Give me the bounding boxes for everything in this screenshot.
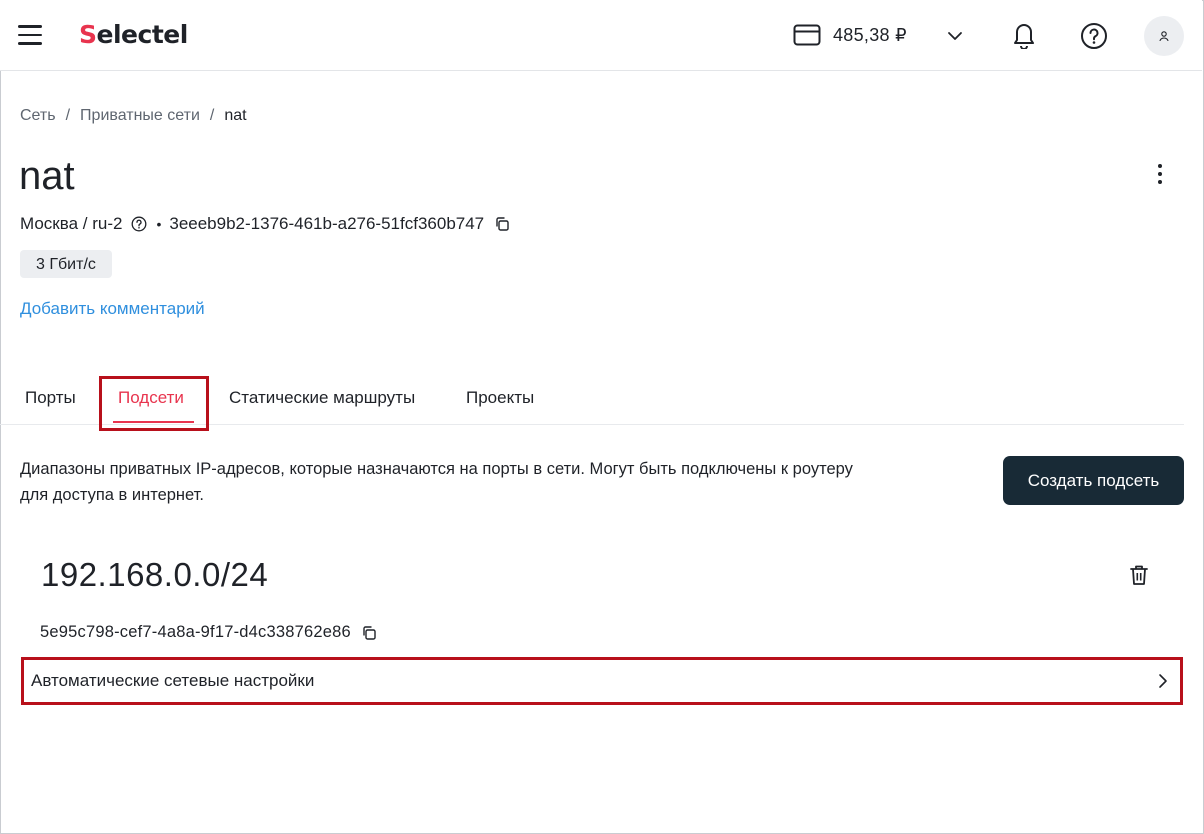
bandwidth-badge: 3 Гбит/с	[20, 250, 112, 278]
chevron-down-icon[interactable]	[946, 27, 964, 45]
more-options-icon[interactable]	[1150, 164, 1170, 192]
breadcrumb: Сеть / Приватные сети / nat	[20, 107, 247, 125]
top-header: Selectel 485,38 ₽	[0, 0, 1202, 71]
subnet-id: 5e95c798-cef7-4a8a-9f17-d4c338762e86	[40, 623, 351, 641]
chevron-right-icon	[1159, 674, 1167, 688]
bell-icon[interactable]	[1011, 21, 1037, 49]
tab-static-routes[interactable]: Статические маршруты	[229, 388, 415, 408]
balance-amount: 485,38 ₽	[833, 24, 907, 45]
subnet-id-row: 5e95c798-cef7-4a8a-9f17-d4c338762e86	[40, 623, 377, 642]
breadcrumb-item-current: nat	[224, 107, 247, 124]
create-subnet-button[interactable]: Создать подсеть	[1003, 456, 1184, 505]
add-comment-link[interactable]: Добавить комментарий	[20, 299, 205, 319]
tab-projects[interactable]: Проекты	[466, 388, 534, 408]
auto-network-settings-label: Автоматические сетевые настройки	[31, 671, 315, 690]
tab-ports[interactable]: Порты	[25, 388, 76, 408]
avatar[interactable]	[1144, 16, 1184, 56]
auto-network-settings-row[interactable]: Автоматические сетевые настройки	[21, 657, 1183, 705]
breadcrumb-item-network[interactable]: Сеть	[20, 107, 56, 125]
selectel-logo[interactable]: Selectel	[79, 20, 188, 49]
network-id: 3eeeb9b2-1376-461b-a276-51fcf360b747	[169, 214, 485, 233]
breadcrumb-item-private-networks[interactable]: Приватные сети	[80, 107, 200, 125]
card-icon	[793, 24, 821, 46]
breadcrumb-separator: /	[65, 107, 71, 124]
user-icon	[1159, 31, 1169, 42]
help-icon[interactable]	[1080, 22, 1108, 50]
menu-icon[interactable]	[18, 25, 42, 45]
page-title: nat	[19, 154, 75, 198]
copy-icon[interactable]	[494, 216, 510, 232]
help-icon[interactable]	[131, 216, 147, 232]
tab-bar: Порты Подсети Статические маршруты Проек…	[0, 376, 1184, 431]
breadcrumb-separator: /	[209, 107, 215, 124]
highlight-box	[99, 376, 209, 431]
network-location: Москва / ru-2	[20, 214, 123, 233]
subnet-cidr: 192.168.0.0/24	[41, 556, 269, 593]
balance-widget[interactable]: 485,38 ₽	[793, 22, 907, 48]
meta-separator: •	[156, 216, 162, 232]
subnets-description: Диапазоны приватных IP-адресов, которые …	[20, 460, 853, 504]
copy-icon[interactable]	[361, 625, 377, 641]
trash-icon[interactable]	[1129, 564, 1149, 586]
network-meta: Москва / ru-2 • 3eeeb9b2-1376-461b-a276-…	[20, 214, 510, 234]
